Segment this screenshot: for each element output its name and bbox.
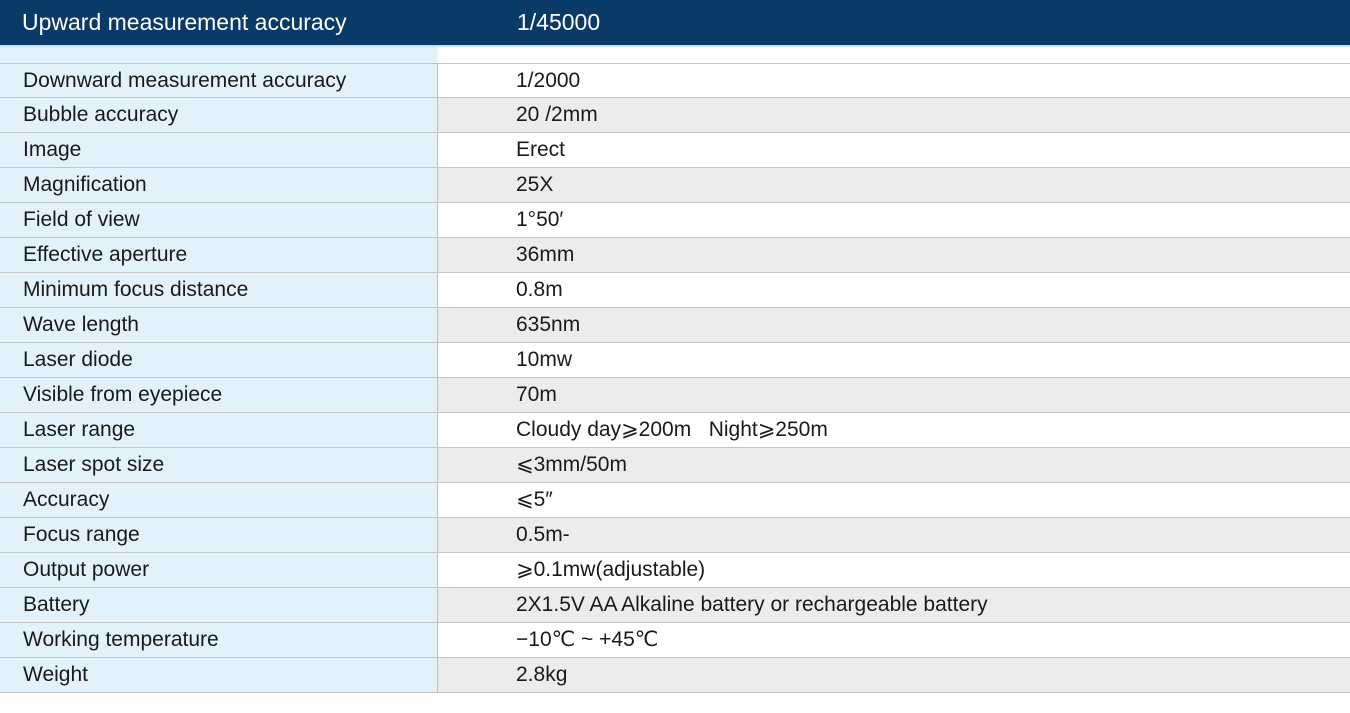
spec-sheet: Upward measurement accuracy 1/45000 Down… [0,0,1350,713]
spec-label: Focus range [0,518,438,552]
spec-value: 25X [438,168,1350,202]
spec-label: Magnification [0,168,438,202]
spec-row-image: Image Erect [0,133,1350,168]
spec-row-weight: Weight 2.8kg [0,658,1350,693]
spec-row-battery: Battery 2X1.5V AA Alkaline battery or re… [0,588,1350,623]
spec-value: 2.8kg [438,658,1350,692]
spec-value: −10℃ ~ +45℃ [438,623,1350,657]
spec-value: Cloudy day⩾200m Night⩾250m [438,413,1350,447]
spec-row-output-power: Output power ⩾0.1mw(adjustable) [0,553,1350,588]
spec-value: ⩾0.1mw(adjustable) [438,553,1350,587]
spec-row-effective-aperture: Effective aperture 36mm [0,238,1350,273]
spec-row-wave-length: Wave length 635nm [0,308,1350,343]
spec-label: Battery [0,588,438,622]
spec-label: Accuracy [0,483,438,517]
spec-value: 2X1.5V AA Alkaline battery or rechargeab… [438,588,1350,622]
spec-label: Downward measurement accuracy [0,64,438,97]
spec-row-focus-range: Focus range 0.5m- [0,518,1350,553]
header-spacer [0,47,1350,64]
spec-value: 20 /2mm [438,98,1350,132]
spec-label: Effective aperture [0,238,438,272]
spec-value: 1/2000 [438,64,1350,97]
spec-label: Laser spot size [0,448,438,482]
spec-table: Downward measurement accuracy 1/2000 Bub… [0,63,1350,693]
spec-row-laser-range: Laser range Cloudy day⩾200m Night⩾250m [0,413,1350,448]
spec-value: Erect [438,133,1350,167]
spec-row-bubble-accuracy: Bubble accuracy 20 /2mm [0,98,1350,133]
spec-value: 0.5m- [438,518,1350,552]
spec-row-visible-from-eyepiece: Visible from eyepiece 70m [0,378,1350,413]
spec-value: ⩽5″ [438,483,1350,517]
spec-label: Working temperature [0,623,438,657]
spec-row-accuracy: Accuracy ⩽5″ [0,483,1350,518]
spec-header-row: Upward measurement accuracy 1/45000 [0,0,1350,45]
spec-value: ⩽3mm/50m [438,448,1350,482]
spec-label: Laser range [0,413,438,447]
spec-value: 36mm [438,238,1350,272]
spec-label: Output power [0,553,438,587]
spec-label: Minimum focus distance [0,273,438,307]
header-label: Upward measurement accuracy [22,9,347,35]
spec-row-working-temperature: Working temperature −10℃ ~ +45℃ [0,623,1350,658]
spec-value: 1°50′ [438,203,1350,237]
spec-label: Weight [0,658,438,692]
spec-label: Field of view [0,203,438,237]
spec-row-downward-accuracy: Downward measurement accuracy 1/2000 [0,63,1350,98]
spec-label: Wave length [0,308,438,342]
spec-value: 10mw [438,343,1350,377]
spec-value: 0.8m [438,273,1350,307]
spec-row-minimum-focus-distance: Minimum focus distance 0.8m [0,273,1350,308]
spec-label: Bubble accuracy [0,98,438,132]
spec-row-laser-spot-size: Laser spot size ⩽3mm/50m [0,448,1350,483]
spec-label: Visible from eyepiece [0,378,438,412]
spec-label: Laser diode [0,343,438,377]
spec-value: 70m [438,378,1350,412]
header-value: 1/45000 [517,9,601,35]
spec-value: 635nm [438,308,1350,342]
spec-row-laser-diode: Laser diode 10mw [0,343,1350,378]
spec-row-field-of-view: Field of view 1°50′ [0,203,1350,238]
spec-label: Image [0,133,438,167]
spec-row-magnification: Magnification 25X [0,168,1350,203]
